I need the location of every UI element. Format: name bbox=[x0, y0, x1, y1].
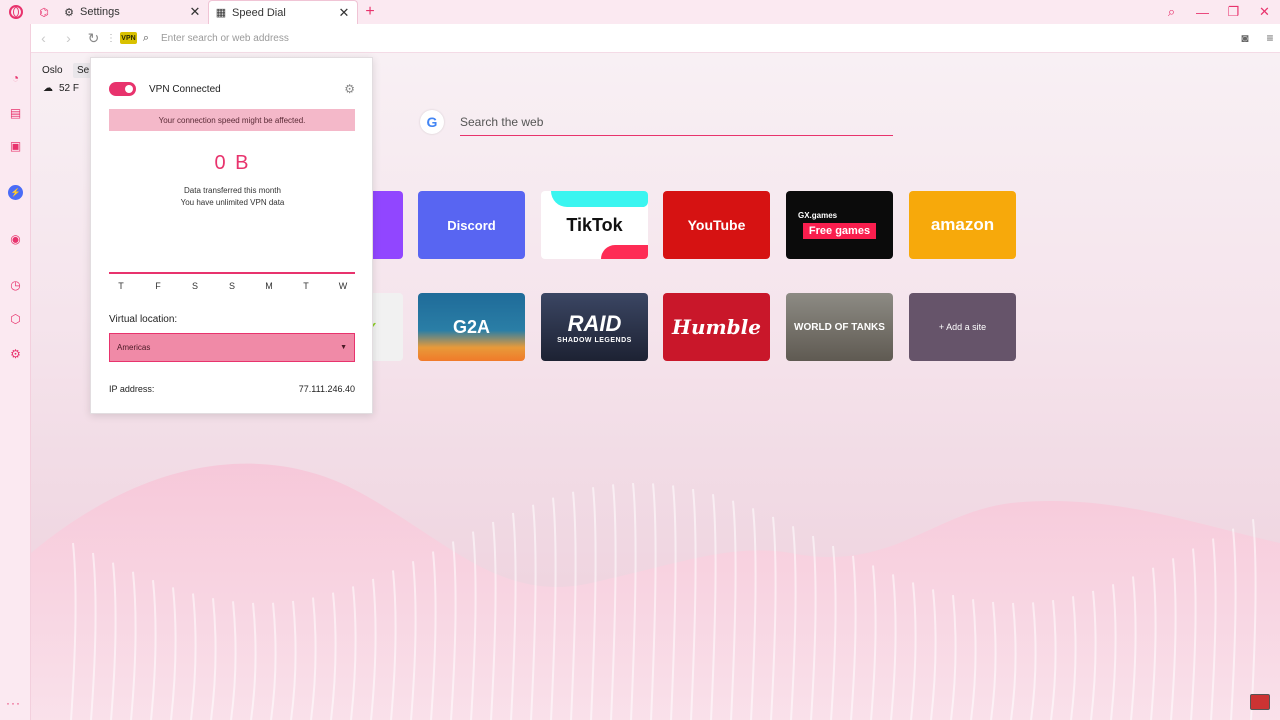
humble-label: Humble bbox=[672, 315, 761, 339]
forward-button[interactable]: › bbox=[56, 30, 81, 46]
weather-city: Oslo bbox=[42, 65, 63, 76]
vpn-usage-chart: TFSSMTW bbox=[109, 218, 355, 294]
tiktok-label: TikTok bbox=[566, 214, 623, 235]
tile-world-of-tanks[interactable]: WORLD OF TANKS bbox=[786, 293, 893, 361]
tab-speed-dial-label: Speed Dial bbox=[232, 6, 286, 19]
tile-tiktok[interactable]: TikTok bbox=[541, 191, 648, 259]
camera-icon[interactable]: ◙ bbox=[1230, 31, 1260, 45]
background-wave-graphic bbox=[31, 463, 1280, 720]
search-icon: ⌕ bbox=[142, 31, 150, 44]
close-icon[interactable]: ✕ bbox=[337, 5, 351, 21]
wot-label: WORLD OF TANKS bbox=[794, 321, 885, 333]
ip-address-row: IP address: 77.111.246.40 bbox=[109, 384, 355, 394]
vpn-data-caption-line2: You have unlimited VPN data bbox=[180, 198, 285, 207]
virtual-location-select[interactable]: Americas ▼ bbox=[109, 333, 355, 362]
restore-button[interactable]: ❐ bbox=[1218, 0, 1249, 24]
vpn-data-caption: Data transferred this month You have unl… bbox=[91, 185, 374, 209]
chart-axis-line bbox=[109, 272, 355, 274]
tab-settings-label: Settings bbox=[80, 6, 120, 18]
gamepad-icon: ⌬ bbox=[39, 6, 49, 19]
chart-day-label: F bbox=[155, 281, 161, 291]
extensions-icon[interactable]: ▤ bbox=[8, 105, 23, 120]
close-window-button[interactable]: ✕ bbox=[1249, 0, 1280, 24]
google-logo-letter: G bbox=[426, 114, 438, 130]
menu-icon[interactable]: ≡ bbox=[1260, 31, 1280, 45]
speed-dial-icon[interactable]: ◔ bbox=[8, 70, 23, 85]
close-icon[interactable]: ✕ bbox=[188, 4, 202, 20]
tab-gx-corner[interactable]: ⌬ bbox=[31, 0, 57, 24]
gx-free-games-badge: Free games bbox=[802, 223, 877, 239]
reload-button[interactable]: ↻ bbox=[81, 30, 106, 47]
tile-gx-games[interactable]: GX.games Free games bbox=[786, 191, 893, 259]
vpn-data-caption-line1: Data transferred this month bbox=[184, 186, 281, 195]
add-site-label: + Add a site bbox=[938, 322, 987, 332]
settings-icon[interactable]: ⚙ bbox=[8, 346, 23, 361]
address-bar: ‹ › ↻ ⋮ VPN ⌕ ◙ ≡ bbox=[31, 24, 1280, 53]
chart-day-label: S bbox=[191, 281, 199, 291]
vpn-badge-button[interactable]: VPN bbox=[120, 32, 137, 44]
vpn-popup: VPN Connected ⚙ Your connection speed mi… bbox=[90, 57, 373, 414]
sidebar: ◔ ▤ ▣ ⚡ ◉ ◷ ⬡ ⚙ ··· bbox=[0, 24, 31, 720]
add-site-button[interactable]: + Add a site bbox=[909, 293, 1016, 361]
separator-icon: ⋮ bbox=[106, 32, 116, 44]
cube-icon[interactable]: ⬡ bbox=[8, 311, 23, 326]
vpn-warning-banner: Your connection speed might be affected. bbox=[109, 109, 355, 131]
weather-temp: ☁ 52 F bbox=[43, 83, 79, 94]
chart-day-label: W bbox=[338, 281, 348, 291]
cloud-icon: ☁ bbox=[43, 83, 53, 94]
ip-address-value: 77.111.246.40 bbox=[298, 384, 355, 394]
virtual-location-value: Americas bbox=[117, 343, 151, 352]
ip-address-label: IP address: bbox=[109, 384, 155, 394]
tabbar-spacer bbox=[382, 0, 1156, 24]
chevron-down-icon: ▼ bbox=[340, 344, 347, 351]
chart-day-label: S bbox=[228, 281, 236, 291]
tile-amazon[interactable]: amazon bbox=[909, 191, 1016, 259]
vpn-toggle[interactable] bbox=[109, 82, 136, 96]
twitch-icon[interactable]: ▣ bbox=[8, 138, 23, 153]
virtual-location-label: Virtual location: bbox=[109, 314, 178, 325]
tile-raid[interactable]: RAID SHADOW LEGENDS bbox=[541, 293, 648, 361]
corner-app-icon[interactable] bbox=[1250, 694, 1270, 710]
messenger-icon[interactable]: ⚡ bbox=[8, 185, 23, 200]
g2a-label: G2A bbox=[452, 316, 490, 337]
web-search-input[interactable] bbox=[460, 108, 893, 136]
google-icon[interactable]: G bbox=[420, 110, 444, 134]
chart-day-labels: TFSSMTW bbox=[109, 281, 355, 293]
gx-games-title: GX.games bbox=[798, 211, 838, 220]
sidebar-more-icon[interactable]: ··· bbox=[6, 696, 21, 710]
tile-g2a[interactable]: G2A bbox=[418, 293, 525, 361]
tab-bar: ⌬ ⚙ Settings ✕ ▦ Speed Dial ✕ + ⌕ — ❐ ✕ bbox=[0, 0, 1280, 24]
opera-logo-icon bbox=[8, 5, 23, 19]
raid-label: RAID bbox=[567, 310, 622, 336]
chart-day-label: M bbox=[265, 281, 273, 291]
tab-settings[interactable]: ⚙ Settings ✕ bbox=[57, 0, 208, 24]
minimize-button[interactable]: — bbox=[1187, 0, 1218, 24]
discord-label: Discord bbox=[447, 217, 496, 233]
vpn-data-amount: 0 B bbox=[214, 152, 251, 174]
history-icon[interactable]: ◷ bbox=[8, 277, 23, 292]
address-input[interactable] bbox=[161, 32, 1230, 44]
amazon-label: amazon bbox=[930, 215, 995, 234]
grid-icon: ▦ bbox=[215, 7, 227, 19]
tile-youtube[interactable]: YouTube bbox=[663, 191, 770, 259]
vpn-status-text: VPN Connected bbox=[149, 83, 221, 95]
tab-speed-dial[interactable]: ▦ Speed Dial ✕ bbox=[208, 0, 358, 24]
back-button[interactable]: ‹ bbox=[31, 30, 56, 46]
tile-humble[interactable]: Humble bbox=[663, 293, 770, 361]
gear-icon: ⚙ bbox=[64, 6, 74, 19]
opera-menu-button[interactable] bbox=[0, 0, 31, 24]
web-search-box: G bbox=[420, 103, 893, 141]
chart-day-label: T bbox=[303, 281, 309, 291]
temperature-value: 52 F bbox=[59, 83, 80, 94]
new-tab-button[interactable]: + bbox=[358, 0, 382, 24]
youtube-label: YouTube bbox=[687, 217, 746, 233]
vpn-header: VPN Connected ⚙ bbox=[109, 82, 355, 96]
raid-subtitle: SHADOW LEGENDS bbox=[557, 336, 632, 344]
gear-icon[interactable]: ⚙ bbox=[344, 82, 355, 96]
tile-discord[interactable]: Discord bbox=[418, 191, 525, 259]
chart-day-label: T bbox=[118, 281, 124, 291]
tab-search-button[interactable]: ⌕ bbox=[1156, 0, 1187, 24]
player-icon[interactable]: ◉ bbox=[8, 231, 23, 246]
